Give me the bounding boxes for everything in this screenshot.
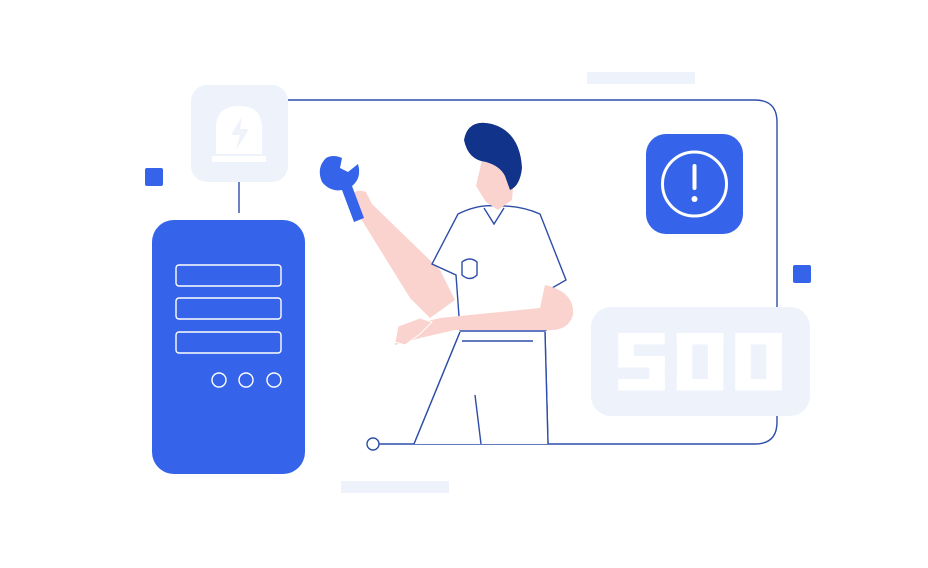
alarm-light-icon [191,85,288,182]
error-digit-block [676,379,724,391]
deco-bar-top [587,72,695,84]
deco-square-left [145,168,163,186]
error-code-panel: 500 [591,307,810,416]
error-illustration: 500 [0,0,928,568]
technician-figure [351,122,574,445]
error-digit-block [618,379,665,391]
frame-end-dot [366,437,380,451]
maintenance-scene: 500 [145,72,811,493]
wrench-icon [319,156,364,222]
deco-square-right [793,265,811,283]
deco-bar-bottom [341,481,449,493]
error-digit-block [735,379,782,391]
warning-icon [646,134,743,234]
server-icon [152,220,305,474]
